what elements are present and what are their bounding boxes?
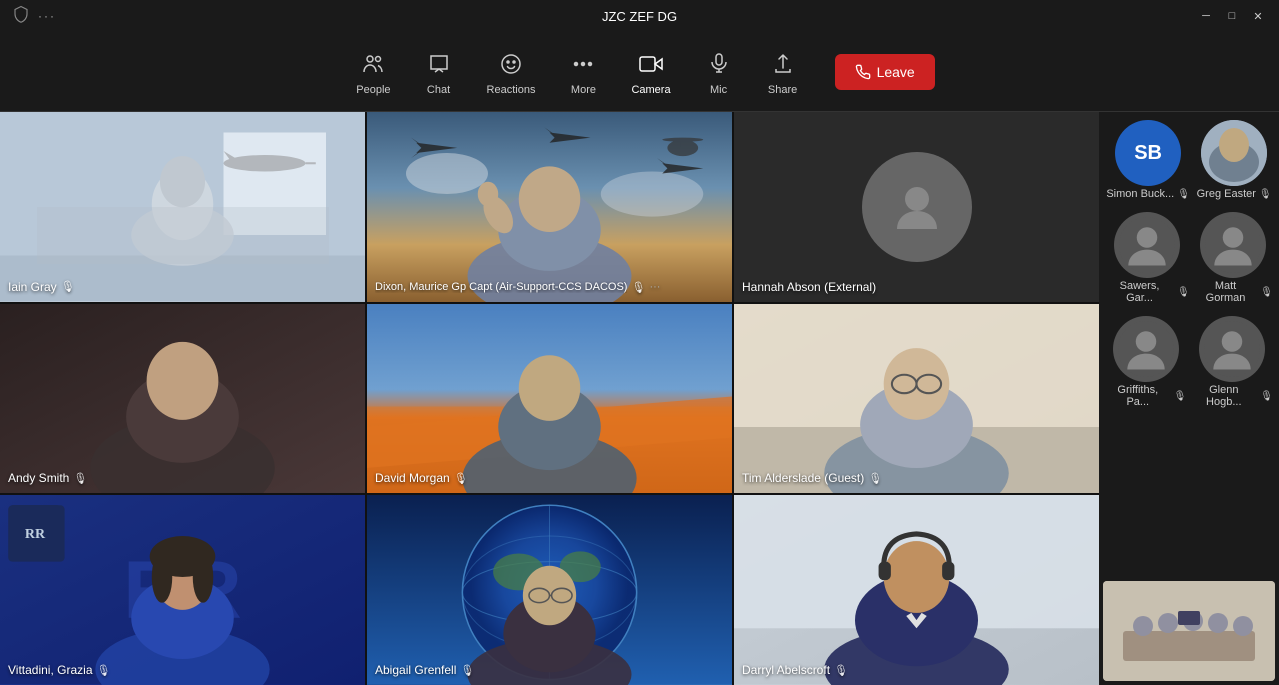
camera-icon	[635, 48, 667, 80]
video-cell-hannah: Hannah Abson (External)	[734, 112, 1099, 302]
side-row-2: Sawers, Gar... 🎙 Matt Gorman 🎙	[1103, 208, 1275, 308]
rr-logo: RR	[10, 505, 60, 555]
reactions-button[interactable]: Reactions	[475, 42, 548, 102]
tim-label: Tim Alderslade (Guest) 🎙	[742, 471, 882, 485]
david-label: David Morgan 🎙	[375, 471, 468, 485]
close-button[interactable]: ✕	[1249, 7, 1267, 25]
share-icon	[767, 48, 799, 80]
side-participant-glenn: Glenn Hogb... 🎙	[1188, 312, 1275, 412]
share-label: Share	[768, 84, 797, 96]
hannah-avatar	[862, 152, 972, 262]
abigail-mic-icon: 🎙	[460, 664, 474, 677]
greg-avatar	[1201, 120, 1267, 186]
glenn-mic-icon: 🎙	[1260, 391, 1273, 402]
video-cell-darryl: Darryl Abelscroft 🎙	[734, 495, 1099, 685]
chat-button[interactable]: Chat	[411, 42, 467, 102]
video-cell-andy: Andy Smith 🎙	[0, 304, 365, 494]
sawers-name: Sawers, Gar... 🎙	[1105, 280, 1190, 304]
side-participant-griffiths: Griffiths, Pa... 🎙	[1103, 312, 1188, 412]
andy-label: Andy Smith 🎙	[8, 471, 87, 485]
andy-mic-icon: 🎙	[73, 472, 87, 485]
video-grid: Iain Gray 🎙	[0, 112, 1099, 685]
camera-button[interactable]: Camera	[619, 42, 682, 102]
david-mic-icon: 🎙	[454, 472, 468, 485]
mic-label: Mic	[710, 84, 727, 96]
title-bar: ··· JZC ZEF DG ─ □ ✕	[0, 0, 1279, 32]
more-button[interactable]: More	[555, 42, 611, 102]
abigail-label: Abigail Grenfell 🎙	[375, 663, 474, 677]
darryl-label: Darryl Abelscroft 🎙	[742, 663, 848, 677]
chat-label: Chat	[427, 84, 450, 96]
side-participant-greg: Greg Easter 🎙	[1195, 116, 1274, 204]
leave-button[interactable]: Leave	[835, 54, 935, 90]
glenn-avatar	[1199, 316, 1265, 382]
camera-label: Camera	[631, 84, 670, 96]
mic-button[interactable]: Mic	[691, 42, 747, 102]
main-area: Iain Gray 🎙	[0, 112, 1279, 685]
video-cell-tim: Tim Alderslade (Guest) 🎙	[734, 304, 1099, 494]
people-label: People	[356, 84, 390, 96]
matt-name: Matt Gorman 🎙	[1194, 280, 1273, 304]
side-participant-simon: SB Simon Buck... 🎙	[1104, 116, 1192, 204]
griffiths-mic-icon: 🎙	[1174, 391, 1187, 402]
people-icon	[357, 48, 389, 80]
greg-mic-icon: 🎙	[1259, 189, 1272, 200]
griffiths-avatar	[1113, 316, 1179, 382]
group-thumbnail	[1103, 581, 1275, 681]
matt-avatar	[1200, 212, 1266, 278]
side-row-1: SB Simon Buck... 🎙 G	[1103, 116, 1275, 204]
griffiths-name: Griffiths, Pa... 🎙	[1105, 384, 1186, 408]
simon-avatar: SB	[1115, 120, 1181, 186]
mic-icon	[703, 48, 735, 80]
sawers-avatar	[1114, 212, 1180, 278]
video-cell-vittadini: RR RR RR	[0, 495, 365, 685]
leave-label: Leave	[877, 64, 915, 80]
video-cell-dixon: Dixon, Maurice Gp Capt (Air-Support-CCS …	[367, 112, 732, 302]
side-participant-sawers: Sawers, Gar... 🎙	[1103, 208, 1192, 308]
darryl-mic-icon: 🎙	[834, 664, 848, 677]
maximize-button[interactable]: □	[1223, 7, 1241, 25]
vittadini-mic-icon: 🎙	[97, 664, 111, 677]
video-cell-iain: Iain Gray 🎙	[0, 112, 365, 302]
reactions-label: Reactions	[487, 84, 536, 96]
simon-name: Simon Buck... 🎙	[1106, 188, 1190, 200]
simon-mic-icon: 🎙	[1177, 189, 1190, 200]
chat-icon	[423, 48, 455, 80]
window-controls: ─ □ ✕	[1197, 7, 1267, 25]
more-label: More	[571, 84, 596, 96]
title-bar-left: ···	[12, 5, 56, 28]
hannah-label: Hannah Abson (External)	[742, 280, 876, 294]
toolbar: People Chat Reactions	[0, 32, 1279, 112]
minimize-button[interactable]: ─	[1197, 7, 1215, 25]
more-icon	[567, 48, 599, 80]
leave-phone-icon	[855, 64, 871, 80]
side-row-3: Griffiths, Pa... 🎙 Glenn Hogb... 🎙	[1103, 312, 1275, 412]
svg-text:RR: RR	[25, 527, 46, 542]
glenn-name: Glenn Hogb... 🎙	[1190, 384, 1273, 408]
dixon-mic-icon: 🎙	[631, 281, 645, 294]
title-bar-title: JZC ZEF DG	[602, 9, 677, 24]
share-button[interactable]: Share	[755, 42, 811, 102]
greg-name: Greg Easter 🎙	[1197, 188, 1272, 200]
vittadini-label: Vittadini, Grazia 🎙	[8, 663, 110, 677]
iain-mic-icon: 🎙	[61, 280, 75, 293]
video-cell-abigail: Abigail Grenfell 🎙	[367, 495, 732, 685]
people-button[interactable]: People	[344, 42, 402, 102]
video-cell-david: David Morgan 🎙	[367, 304, 732, 494]
tim-mic-icon: 🎙	[868, 472, 882, 485]
iain-label: Iain Gray 🎙	[8, 280, 75, 294]
shield-icon	[12, 5, 30, 28]
side-panel: SB Simon Buck... 🎙 G	[1099, 112, 1279, 685]
dixon-more-icon[interactable]: ···	[649, 281, 660, 293]
title-bar-dots: ···	[38, 9, 56, 23]
dixon-label: Dixon, Maurice Gp Capt (Air-Support-CCS …	[375, 281, 660, 294]
sawers-mic-icon: 🎙	[1177, 287, 1190, 298]
matt-mic-icon: 🎙	[1260, 287, 1273, 298]
reactions-icon	[495, 48, 527, 80]
side-participant-matt: Matt Gorman 🎙	[1192, 208, 1275, 308]
